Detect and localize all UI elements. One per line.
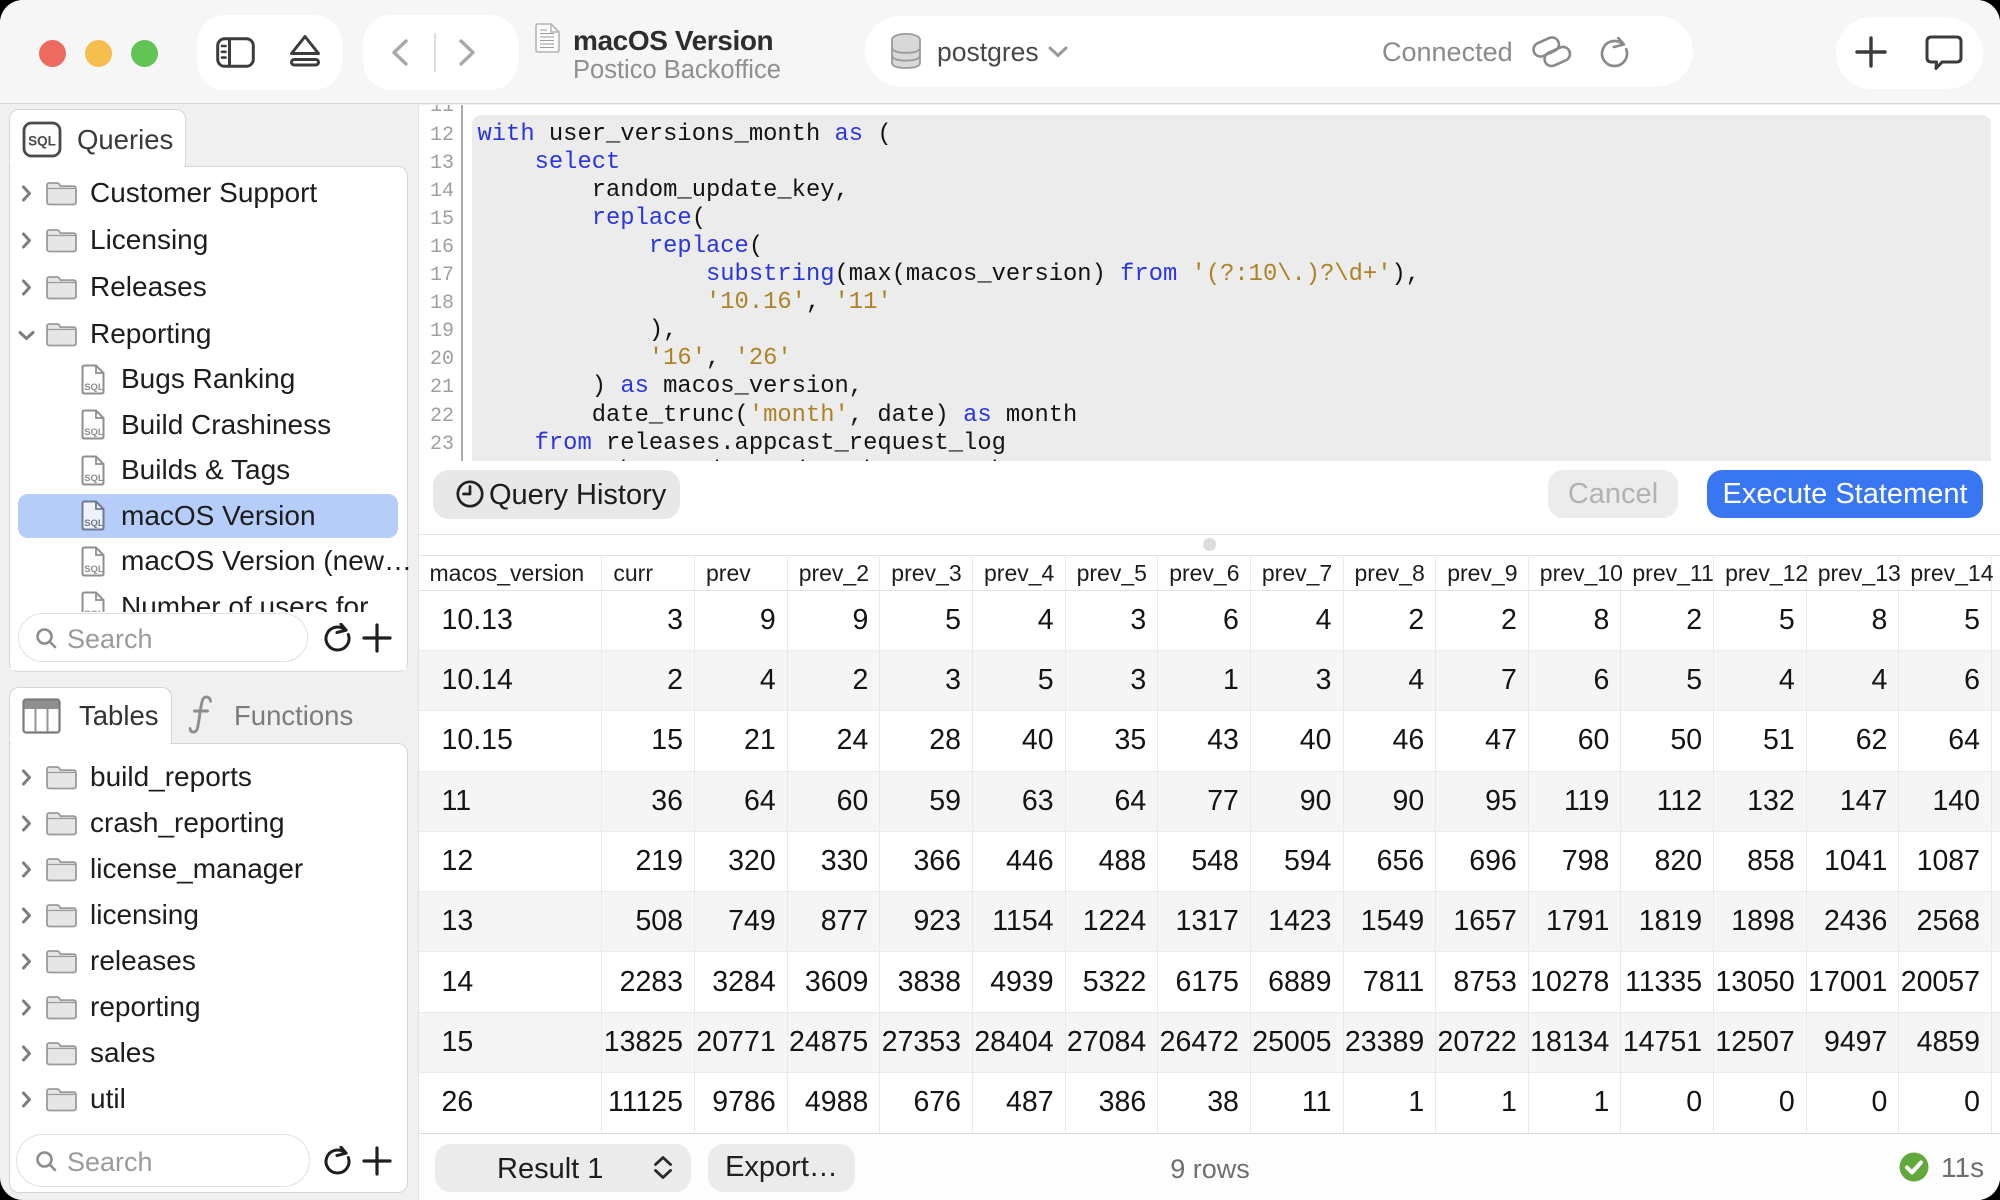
svg-text:SQL: SQL [84, 473, 104, 484]
svg-text:SQL: SQL [84, 564, 104, 575]
svg-text:SQL: SQL [84, 382, 104, 393]
svg-text:SQL: SQL [28, 134, 56, 149]
svg-text:SQL: SQL [84, 518, 104, 529]
svg-text:SQL: SQL [84, 427, 104, 438]
